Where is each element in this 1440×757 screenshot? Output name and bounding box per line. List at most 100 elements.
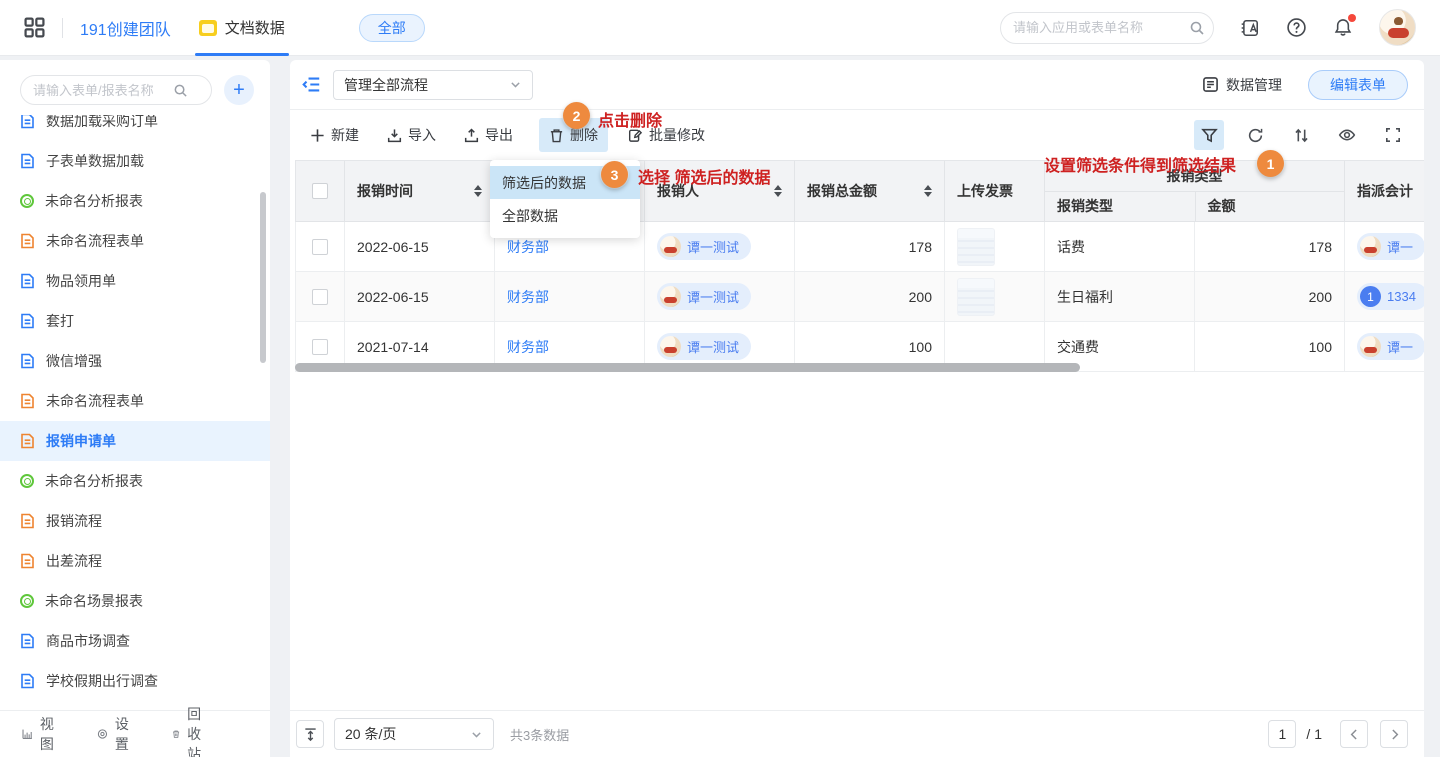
user-pill[interactable]: 谭一测试 <box>657 333 751 360</box>
sidebar-item[interactable]: 微信增强 <box>0 341 270 381</box>
column-label: 指派会计 <box>1357 181 1413 201</box>
column-header-accountant[interactable]: 指派会计 <box>1345 161 1424 222</box>
sidebar-item[interactable]: 报销流程 <box>0 501 270 541</box>
help-icon[interactable] <box>1286 17 1307 38</box>
sidebar-item[interactable]: 商品市场调查 <box>0 621 270 661</box>
translate-icon[interactable] <box>1240 18 1260 38</box>
views-button[interactable]: 视图 <box>22 714 59 754</box>
global-search-input[interactable] <box>1013 20 1189 35</box>
row-height-icon[interactable] <box>296 720 324 748</box>
refresh-icon[interactable] <box>1240 120 1270 150</box>
column-header-type[interactable]: 报销类型 <box>1045 192 1195 221</box>
row-checkbox[interactable] <box>312 339 328 355</box>
settings-button[interactable]: 设置 <box>97 714 134 754</box>
new-record-button[interactable]: 新建 <box>300 118 369 152</box>
sidebar-item-label: 未命名流程表单 <box>46 391 144 411</box>
sidebar-item[interactable]: 出差流程 <box>0 541 270 581</box>
flow-scope-select[interactable]: 管理全部流程 <box>333 70 533 100</box>
invoice-thumbnail[interactable] <box>957 278 995 316</box>
column-header-amount[interactable]: 金额 <box>1195 192 1345 221</box>
edit-form-button[interactable]: 编辑表单 <box>1308 70 1408 100</box>
sidebar-item[interactable]: 未命名流程表单 <box>0 381 270 421</box>
user-pill[interactable]: 谭一测试 <box>657 233 751 260</box>
user-avatar[interactable] <box>1379 9 1416 46</box>
prev-page-button[interactable] <box>1340 720 1368 748</box>
sidebar-item-label: 物品领用单 <box>46 271 116 291</box>
dept-link[interactable]: 财务部 <box>507 237 549 257</box>
sort-caret-icon[interactable] <box>774 185 782 197</box>
fullscreen-icon[interactable] <box>1378 120 1408 150</box>
sidebar-item-label: 未命名分析报表 <box>45 471 143 491</box>
sidebar-scrollbar[interactable] <box>260 192 266 363</box>
sidebar-item[interactable]: 数据加载采购订单 <box>0 115 270 141</box>
menu-item-all-data[interactable]: 全部数据 <box>490 199 640 232</box>
main-panel: 管理全部流程 数据管理 编辑表单 新建 导入 <box>290 60 1424 757</box>
cell-dept: 财务部 <box>495 272 645 322</box>
select-all-checkbox[interactable] <box>312 183 328 199</box>
sidebar-item[interactable]: 子表单数据加载 <box>0 141 270 181</box>
import-button[interactable]: 导入 <box>377 118 446 152</box>
add-form-button[interactable]: + <box>224 75 254 105</box>
table-row[interactable]: 2022-06-15 财务部 谭一测试 178 话费 178 谭一 <box>295 222 1424 272</box>
cell-accountant: 谭一 <box>1345 322 1424 372</box>
scope-filter-pill[interactable]: 全部 <box>359 14 425 42</box>
next-page-button[interactable] <box>1380 720 1408 748</box>
export-button[interactable]: 导出 <box>454 118 523 152</box>
recycle-bin-button[interactable]: 回收站 <box>172 704 210 757</box>
annotation-set-filter: 设置筛选条件得到筛选结果 <box>1044 152 1236 176</box>
table-row[interactable]: 2022-06-15 财务部 谭一测试 200 生日福利 200 11334 <box>295 272 1424 322</box>
form-search-input[interactable] <box>33 83 173 98</box>
tab-doc-data[interactable]: 文档数据 <box>195 0 289 56</box>
apps-grid-icon[interactable] <box>24 17 45 38</box>
user-avatar-icon <box>660 336 681 357</box>
column-header-date[interactable]: 报销时间 <box>345 161 495 222</box>
sidebar-item[interactable]: 未命名流程表单 <box>0 221 270 261</box>
step-badge-2: 2 <box>563 102 590 129</box>
eye-columns-icon[interactable] <box>1332 120 1362 150</box>
user-pill[interactable]: 谭一 <box>1357 333 1424 360</box>
sort-caret-icon[interactable] <box>474 185 482 197</box>
sidebar-item[interactable]: 未命名分析报表 <box>0 181 270 221</box>
user-pill[interactable]: 谭一测试 <box>657 283 751 310</box>
menu-fold-icon[interactable] <box>298 71 325 98</box>
team-name[interactable]: 191创建团队 <box>80 16 171 40</box>
filter-icon[interactable] <box>1194 120 1224 150</box>
dept-link[interactable]: 财务部 <box>507 337 549 357</box>
page-number-input[interactable] <box>1268 720 1296 748</box>
sidebar-item[interactable]: 未命名场景报表 <box>0 581 270 621</box>
user-pill[interactable]: 11334 <box>1357 283 1424 310</box>
row-checkbox[interactable] <box>312 239 328 255</box>
sidebar-item[interactable]: 未命名分析报表 <box>0 461 270 501</box>
sidebar-item[interactable]: 学校假期出行调查 <box>0 661 270 701</box>
sidebar-item-label: 未命名分析报表 <box>45 191 143 211</box>
cell-total: 178 <box>795 222 945 272</box>
sort-icon[interactable] <box>1286 120 1316 150</box>
user-avatar-icon <box>660 236 681 257</box>
chevron-down-icon <box>509 78 522 91</box>
sidebar-item-clipped[interactable] <box>0 701 270 710</box>
search-icon[interactable] <box>1189 20 1205 36</box>
notifications-bell-icon[interactable] <box>1333 17 1353 38</box>
cell-date: 2022-06-15 <box>345 272 495 322</box>
page-size-select[interactable]: 20 条/页 <box>334 718 494 750</box>
form-icon <box>20 433 35 449</box>
dept-link[interactable]: 财务部 <box>507 287 549 307</box>
sidebar-item[interactable]: 套打 <box>0 301 270 341</box>
user-avatar-icon <box>660 286 681 307</box>
cell-type: 话费 <box>1045 222 1195 272</box>
sidebar-item[interactable]: 物品领用单 <box>0 261 270 301</box>
row-checkbox[interactable] <box>312 289 328 305</box>
global-search[interactable] <box>1000 12 1214 44</box>
horizontal-scrollbar[interactable] <box>295 363 1080 372</box>
data-manage-button[interactable]: 数据管理 <box>1202 75 1282 95</box>
sidebar-item-selected[interactable]: 报销申请单 <box>0 421 270 461</box>
invoice-thumbnail[interactable] <box>957 228 995 266</box>
column-header-total[interactable]: 报销总金额 <box>795 161 945 222</box>
column-header-invoice[interactable]: 上传发票 <box>945 161 1045 222</box>
import-icon <box>387 128 402 143</box>
table-tools <box>1194 120 1408 150</box>
user-pill[interactable]: 谭一 <box>1357 233 1424 260</box>
form-search[interactable] <box>20 75 212 105</box>
sort-caret-icon[interactable] <box>924 185 932 197</box>
flow-scope-value: 管理全部流程 <box>344 75 428 95</box>
